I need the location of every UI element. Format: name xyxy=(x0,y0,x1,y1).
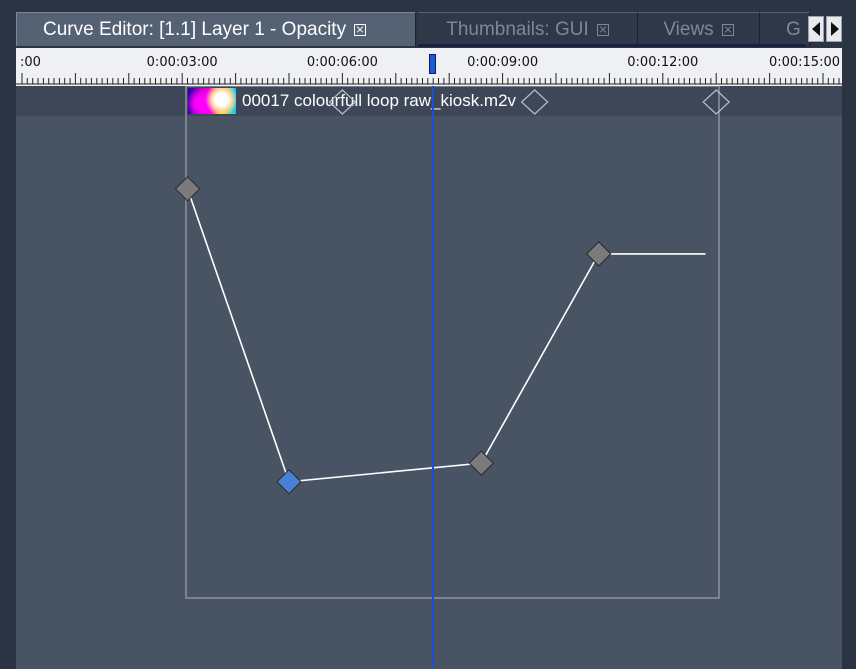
curve-keyframe[interactable] xyxy=(174,176,201,202)
close-icon[interactable] xyxy=(354,23,367,36)
close-icon[interactable] xyxy=(596,23,609,36)
clip-keyframe-marker[interactable] xyxy=(702,89,731,115)
ruler-time-label: 0:00:12:00 xyxy=(627,55,699,70)
tab-label: Thumbnails: GUI xyxy=(446,18,589,40)
clip-keyframe-marker[interactable] xyxy=(328,89,357,115)
selected-keyframe[interactable] xyxy=(276,469,302,495)
playhead-line[interactable] xyxy=(432,86,435,669)
scroll-tabs-left-button[interactable] xyxy=(808,16,824,42)
panel-edge xyxy=(842,48,856,669)
curve-keyframe[interactable] xyxy=(586,241,612,267)
clip-keyframe-marker[interactable] xyxy=(520,89,549,115)
tab-curve-editor[interactable]: Curve Editor: [1.1] Layer 1 - Opacity xyxy=(16,12,416,46)
close-icon[interactable] xyxy=(721,23,734,36)
tab-divider xyxy=(418,44,806,47)
scroll-tabs-right-button[interactable] xyxy=(826,16,842,42)
tab-label: Views xyxy=(663,18,714,40)
tab-strip: Curve Editor: [1.1] Layer 1 - Opacity Th… xyxy=(0,0,856,48)
clip-boundary xyxy=(185,86,720,599)
tab-g[interactable]: G xyxy=(760,12,810,46)
arrow-left-icon xyxy=(812,22,820,36)
ruler-time-label: 0:00:03:00 xyxy=(146,55,218,70)
playhead-handle[interactable] xyxy=(429,54,437,74)
tab-thumbnails[interactable]: Thumbnails: GUI xyxy=(418,12,638,46)
ruler-time-label: :00 xyxy=(20,55,41,70)
tab-label: Curve Editor: [1.1] Layer 1 - Opacity xyxy=(43,18,347,40)
tab-views[interactable]: Views xyxy=(638,12,760,46)
tab-label: G xyxy=(786,18,801,40)
curve-editor-panel: Curve Editor: [1.1] Layer 1 - Opacity Th… xyxy=(0,0,856,669)
ruler-time-label: 0:00:15:00 xyxy=(768,55,840,70)
curve-graph-area[interactable]: 00017 colourfull loop raw_kiosk.m2v xyxy=(16,86,842,669)
curve-keyframe[interactable] xyxy=(468,450,494,476)
opacity-curve[interactable] xyxy=(16,86,842,669)
arrow-right-icon xyxy=(831,22,839,36)
ruler-time-label: 0:00:09:00 xyxy=(467,55,539,70)
curve-line[interactable] xyxy=(186,188,706,483)
ruler-time-label: 0:00:06:00 xyxy=(306,55,378,70)
